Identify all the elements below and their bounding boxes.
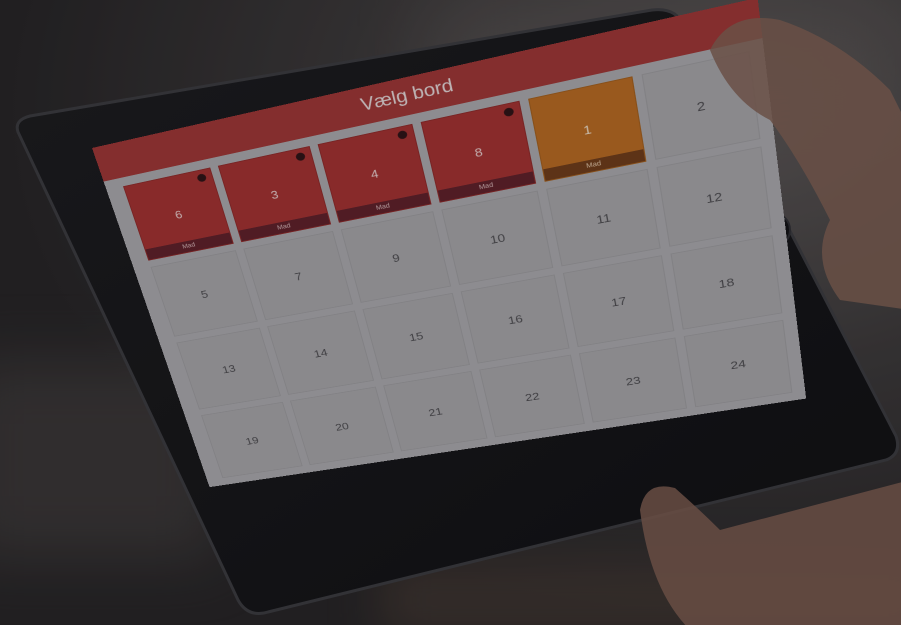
table-4-tile[interactable]: 4 Mad <box>317 123 432 223</box>
table-16-tile[interactable]: 16 <box>460 274 570 364</box>
photo-scene: Vælg bord 6 Mad 3 Mad 4 Mad 8 Mad 1 Mad 2 5 7 9 10 11 12… <box>0 0 901 625</box>
table-8-tile[interactable]: 8 Mad <box>420 100 537 203</box>
table-number: 10 <box>488 230 507 247</box>
table-9-tile[interactable]: 9 <box>340 210 452 303</box>
table-number: 14 <box>312 346 330 361</box>
table-number: 1 <box>582 122 593 138</box>
table-20-tile[interactable]: 20 <box>290 386 394 466</box>
table-number: 4 <box>369 166 380 182</box>
table-number: 7 <box>293 269 304 283</box>
table-number: 5 <box>199 287 210 301</box>
table-12-tile[interactable]: 12 <box>656 145 772 247</box>
table-number: 2 <box>695 98 707 115</box>
table-number: 8 <box>473 145 484 161</box>
status-dot-icon <box>196 173 208 183</box>
table-number: 3 <box>269 187 280 202</box>
table-number: 12 <box>705 189 724 206</box>
table-number: 24 <box>729 357 747 372</box>
table-14-tile[interactable]: 14 <box>267 310 374 395</box>
table-number: 18 <box>717 275 736 291</box>
table-number: 17 <box>610 294 628 310</box>
table-number: 22 <box>523 389 541 404</box>
table-number: 23 <box>624 373 642 388</box>
table-22-tile[interactable]: 22 <box>479 354 586 438</box>
table-number: 9 <box>390 251 402 265</box>
table-10-tile[interactable]: 10 <box>441 190 554 285</box>
table-number: 11 <box>595 210 612 227</box>
table-number: 13 <box>220 362 238 376</box>
table-number: 21 <box>427 405 444 419</box>
table-17-tile[interactable]: 17 <box>563 255 674 347</box>
table-7-tile[interactable]: 7 <box>243 230 353 321</box>
table-6-tile[interactable]: 6 Mad <box>123 167 234 261</box>
table-11-tile[interactable]: 11 <box>546 168 661 267</box>
status-dot-icon <box>396 129 409 140</box>
table-24-tile[interactable]: 24 <box>683 319 793 408</box>
table-21-tile[interactable]: 21 <box>382 370 488 452</box>
status-dot-icon <box>294 151 306 162</box>
table-19-tile[interactable]: 19 <box>200 401 303 479</box>
table-number: 19 <box>244 434 261 447</box>
table-2-tile[interactable]: 2 <box>641 51 761 160</box>
status-dot-icon <box>503 106 515 118</box>
table-13-tile[interactable]: 13 <box>176 327 282 410</box>
table-18-tile[interactable]: 18 <box>670 235 783 330</box>
table-number: 15 <box>407 329 425 344</box>
table-5-tile[interactable]: 5 <box>150 249 259 337</box>
table-number: 6 <box>173 207 185 222</box>
table-23-tile[interactable]: 23 <box>579 337 687 423</box>
table-15-tile[interactable]: 15 <box>362 292 470 380</box>
table-number: 16 <box>506 312 524 327</box>
table-number: 20 <box>333 420 351 433</box>
table-3-tile[interactable]: 3 Mad <box>218 146 331 242</box>
table-1-tile[interactable]: 1 Mad <box>528 76 647 182</box>
